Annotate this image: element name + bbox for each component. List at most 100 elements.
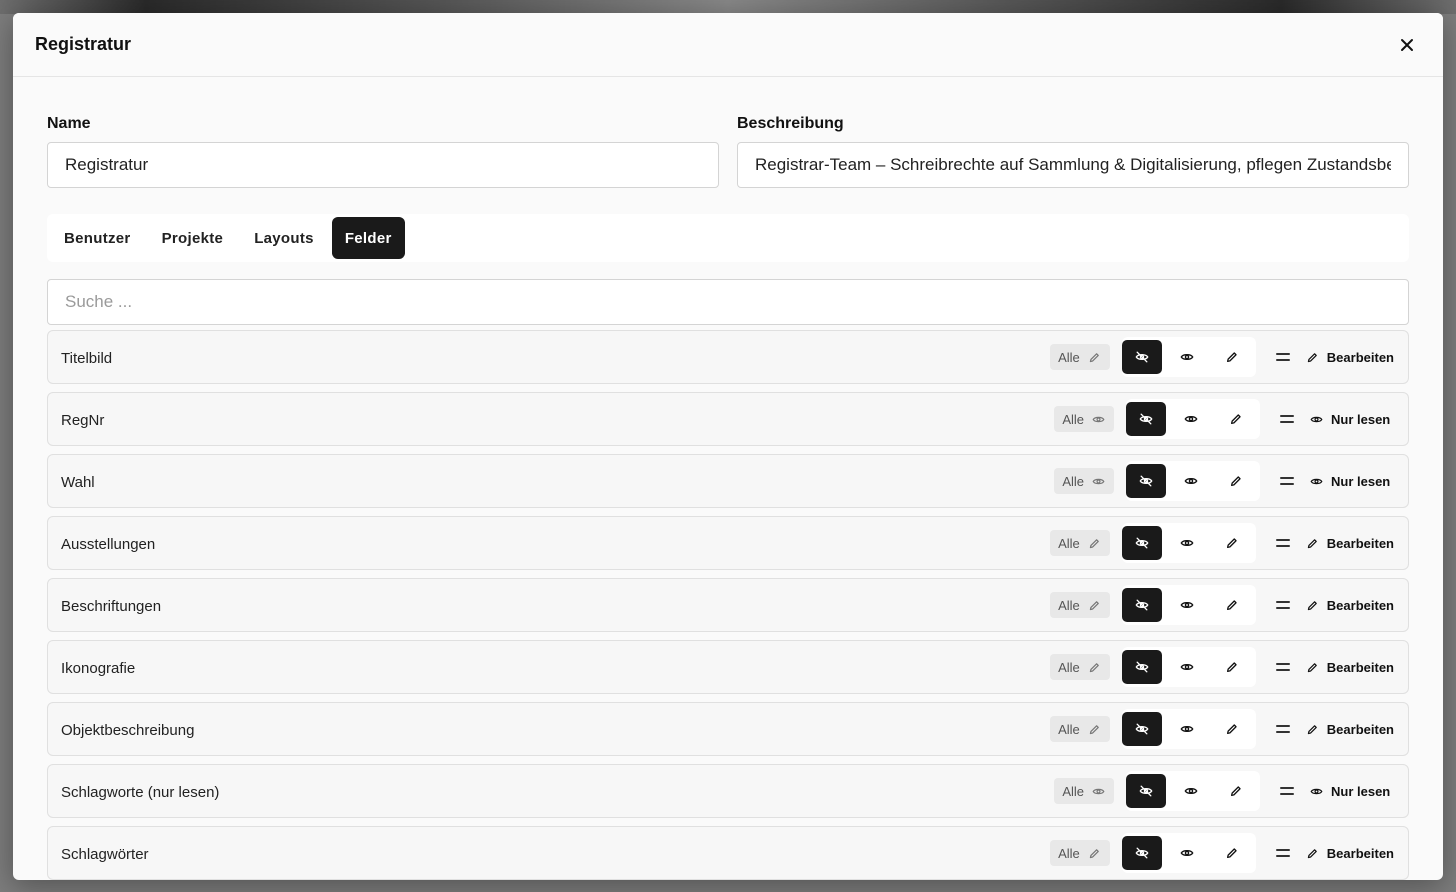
field-name: Objektbeschreibung (61, 721, 195, 739)
eye-icon (1092, 416, 1105, 422)
field-row: Schlagworte (nur lesen) Alle Nur lesen (47, 764, 1409, 818)
read-option-button[interactable] (1167, 526, 1207, 560)
inherited-permission-badge: Alle (1050, 716, 1110, 742)
hidden-option-button[interactable] (1121, 526, 1162, 560)
hidden-option-button[interactable] (1126, 464, 1166, 498)
effective-permission: Bearbeiten (1306, 598, 1394, 613)
effective-permission: Nur lesen (1310, 784, 1394, 799)
permission-controls: Alle Bearbeiten (1050, 709, 1394, 749)
field-row: Ikonografie Alle Bearbeiten (47, 640, 1409, 694)
description-field-group: Beschreibung (737, 115, 1409, 188)
field-name: RegNr (61, 411, 105, 429)
eye-off-icon (1135, 599, 1149, 611)
permission-controls: Alle Bearbeiten (1050, 585, 1394, 625)
hidden-option-button[interactable] (1121, 650, 1162, 684)
tab-benutzer[interactable]: Benutzer (51, 217, 144, 259)
read-option-button[interactable] (1167, 588, 1207, 622)
pencil-icon (1307, 352, 1317, 362)
tab-layouts[interactable]: Layouts (241, 217, 327, 259)
badge-label: Alle (1058, 597, 1080, 613)
eye-off-icon (1135, 661, 1149, 673)
equals-icon (1272, 600, 1294, 610)
permission-toggle (1121, 523, 1256, 563)
inherited-permission-badge: Alle (1050, 592, 1110, 618)
tab-bar: Benutzer Projekte Layouts Felder (47, 214, 1409, 262)
search-input[interactable]: Suche ... (47, 279, 1409, 325)
field-name: Schlagworte (nur lesen) (61, 783, 220, 801)
hidden-option-button[interactable] (1126, 402, 1166, 436)
permission-toggle (1126, 399, 1260, 439)
eye-off-icon (1139, 413, 1153, 425)
equals-icon (1272, 848, 1294, 858)
backdrop (0, 0, 1456, 14)
field-name: Schlagwörter (61, 845, 149, 863)
field-name: Beschriftungen (61, 597, 162, 615)
tab-felder[interactable]: Felder (331, 217, 405, 259)
edit-option-button[interactable] (1216, 402, 1256, 436)
pencil-icon (1230, 786, 1241, 797)
permission-controls: Alle Bearbeiten (1050, 337, 1394, 377)
read-option-button[interactable] (1171, 464, 1211, 498)
pencil-icon (1307, 662, 1317, 672)
hidden-option-button[interactable] (1121, 340, 1162, 374)
badge-label: Alle (1062, 473, 1084, 489)
hidden-option-button[interactable] (1121, 836, 1162, 870)
field-row: Titelbild Alle Bearbeiten (47, 330, 1409, 384)
inherited-permission-badge: Alle (1050, 344, 1110, 370)
read-option-button[interactable] (1167, 836, 1207, 870)
inherited-permission-badge: Alle (1054, 778, 1114, 804)
field-row: Schlagwörter Alle Bearbeiten (47, 826, 1409, 880)
eye-icon (1180, 540, 1194, 546)
read-option-button[interactable] (1171, 402, 1211, 436)
pencil-icon (1089, 662, 1099, 672)
edit-option-button[interactable] (1212, 650, 1252, 684)
read-option-button[interactable] (1167, 650, 1207, 684)
permission-toggle (1121, 585, 1256, 625)
permission-controls: Alle Bearbeiten (1050, 647, 1394, 687)
pencil-icon (1089, 724, 1099, 734)
permission-controls: Alle Bearbeiten (1050, 523, 1394, 563)
eye-off-icon (1135, 537, 1149, 549)
hidden-option-button[interactable] (1121, 712, 1162, 746)
read-option-button[interactable] (1167, 340, 1207, 374)
eye-icon (1180, 664, 1194, 670)
inherited-permission-badge: Alle (1050, 530, 1110, 556)
eye-icon (1092, 788, 1105, 794)
equals-icon (1272, 662, 1294, 672)
edit-option-button[interactable] (1216, 774, 1256, 808)
edit-option-button[interactable] (1212, 712, 1252, 746)
inherited-permission-badge: Alle (1050, 654, 1110, 680)
permission-toggle (1121, 833, 1256, 873)
description-input[interactable] (737, 142, 1409, 188)
badge-label: Alle (1062, 783, 1084, 799)
permission-controls: Alle Bearbeiten (1050, 833, 1394, 873)
hidden-option-button[interactable] (1121, 588, 1162, 622)
eye-off-icon (1135, 847, 1149, 859)
effective-permission-label: Bearbeiten (1326, 535, 1394, 551)
effective-permission: Bearbeiten (1306, 350, 1394, 365)
badge-label: Alle (1058, 349, 1080, 365)
badge-label: Alle (1062, 411, 1084, 427)
inherited-permission-badge: Alle (1054, 406, 1114, 432)
equals-icon (1276, 786, 1298, 796)
permission-toggle (1121, 709, 1256, 749)
effective-permission-label: Bearbeiten (1326, 597, 1394, 613)
pencil-icon (1226, 724, 1237, 735)
edit-option-button[interactable] (1212, 340, 1252, 374)
read-option-button[interactable] (1167, 712, 1207, 746)
read-option-button[interactable] (1171, 774, 1211, 808)
edit-option-button[interactable] (1212, 588, 1252, 622)
edit-option-button[interactable] (1212, 836, 1252, 870)
eye-off-icon (1139, 785, 1153, 797)
edit-option-button[interactable] (1212, 526, 1252, 560)
hidden-option-button[interactable] (1126, 774, 1166, 808)
permission-toggle (1121, 337, 1256, 377)
edit-option-button[interactable] (1216, 464, 1256, 498)
name-input[interactable] (47, 142, 719, 188)
form-row: Name Beschreibung (47, 115, 1409, 188)
close-button[interactable] (1393, 31, 1421, 59)
role-modal: Registratur Name Beschreibung BenutzerPr… (13, 13, 1443, 880)
tab-projekte[interactable]: Projekte (149, 217, 237, 259)
pencil-icon (1226, 538, 1237, 549)
field-row: Wahl Alle Nur lesen (47, 454, 1409, 508)
